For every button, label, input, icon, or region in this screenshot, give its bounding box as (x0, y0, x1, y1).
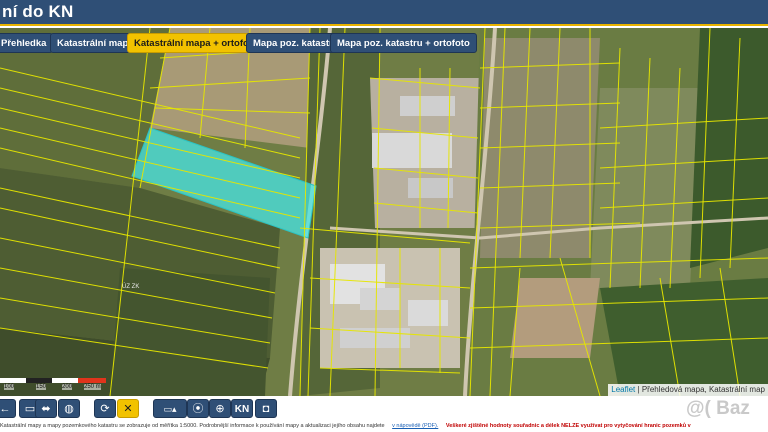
help-pdf-link[interactable]: v nápovědě (PDF). (392, 423, 438, 429)
scale-label: 150 (36, 384, 47, 390)
crosshair-icon[interactable]: ⊕ (209, 399, 231, 418)
map-attribution: Leaflet | Přehledová mapa, Katastrální m… (608, 384, 768, 396)
map-view[interactable]: ÚZ ZK (0, 28, 768, 396)
map-toolbar: ← ▭ ⬌ ◍ ⟳ ✕ ▭▴ ⦿ ⊕ KN ◘ (0, 397, 768, 419)
scale-label: 250 m (84, 384, 101, 390)
app-header: ní do KN (0, 0, 768, 26)
kn-button[interactable]: KN (231, 399, 253, 418)
close-icon[interactable]: ✕ (117, 399, 139, 418)
parcel-label: ÚZ ZK (122, 284, 140, 290)
move-icon[interactable]: ⬌ (35, 399, 57, 418)
scale-label: 200 (62, 384, 73, 390)
footer-warning: Veškeré zjištěné hodnoty souřadnic a dél… (445, 423, 691, 429)
arrow-left-icon[interactable]: ← (0, 399, 16, 418)
leaflet-link[interactable]: Leaflet (611, 385, 635, 394)
chat-icon[interactable]: ◘ (255, 399, 277, 418)
tab-mapa-poz-katastru-ortofoto[interactable]: Mapa poz. katastru + ortofoto (330, 33, 477, 53)
measure-icon[interactable]: ▭▴ (153, 399, 187, 418)
watermark: @( Baz (686, 398, 750, 419)
page-title: ní do KN (2, 2, 74, 21)
tab-katastralni-mapa-ortofoto[interactable]: Katastrální mapa + ortofoto (127, 33, 265, 53)
globe-icon[interactable]: ◍ (58, 399, 80, 418)
attribution-text: | Přehledová mapa, Katastrální map (637, 385, 765, 394)
scale-bar: 100 150 200 250 m (0, 371, 110, 391)
tab-prehledka[interactable]: Přehledka (0, 33, 54, 53)
footer-text: Katastrální mapy a mapy pozemkového kata… (0, 423, 385, 429)
ortho-map[interactable] (0, 28, 768, 396)
location-icon[interactable]: ⦿ (187, 399, 209, 418)
refresh-icon[interactable]: ⟳ (94, 399, 116, 418)
scale-label: 100 (4, 384, 15, 390)
footer-info: Katastrální mapy a mapy pozemkového kata… (0, 421, 768, 432)
